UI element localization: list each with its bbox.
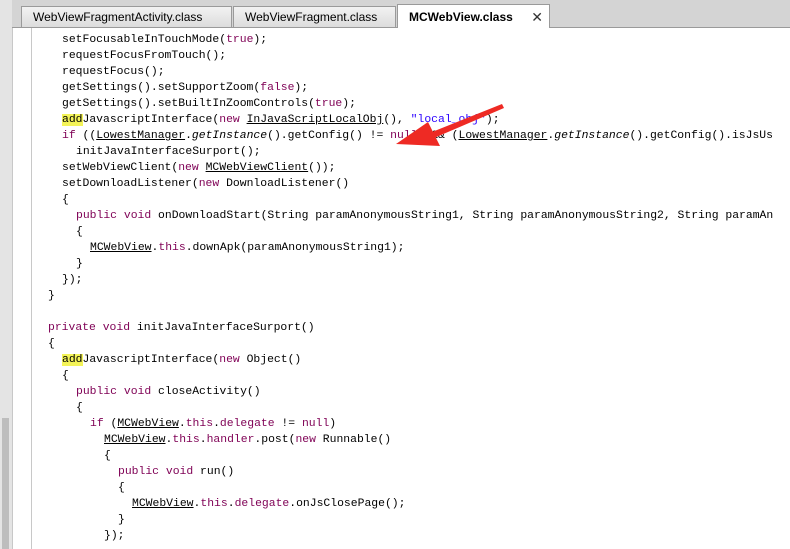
class-link[interactable]: InJavaScriptLocalObj (247, 114, 384, 126)
code-line: public void closeActivity() (76, 386, 261, 398)
annotation-arrow-icon (396, 104, 504, 146)
code-line: addJavascriptInterface(new Object() (62, 354, 302, 366)
code-line: initJavaInterfaceSurport(); (76, 146, 261, 158)
close-tab-icon[interactable]: ✕ (531, 5, 543, 29)
code-line: requestFocusFromTouch(); (62, 50, 227, 62)
search-highlight: add (62, 114, 83, 126)
code-line: MCWebView.this.handler.post(new Runnable… (104, 434, 392, 446)
code-line: { (76, 226, 83, 238)
class-link[interactable]: MCWebView (104, 434, 166, 446)
code-line: } (118, 514, 125, 526)
code-line: }); (62, 274, 83, 286)
code-line: { (104, 450, 111, 462)
class-link[interactable]: LowestManager (96, 130, 185, 142)
code-line: public void onDownloadStart(String param… (76, 210, 774, 222)
scrollbar-thumb[interactable] (2, 418, 9, 549)
code-line: public void run() (118, 466, 235, 478)
class-link[interactable]: MCWebView (132, 498, 194, 510)
search-highlight: add (62, 354, 83, 366)
tab-label: WebViewFragmentActivity.class (33, 10, 203, 24)
code-line: { (62, 370, 69, 382)
code-line: getSettings().setBuiltInZoomControls(tru… (62, 98, 356, 110)
code-line: getSettings().setSupportZoom(false); (62, 82, 309, 94)
code-line: setFocusableInTouchMode(true); (62, 34, 268, 46)
editor-tab-bar: WebViewFragmentActivity.class WebViewFra… (12, 0, 790, 28)
code-line: { (48, 338, 55, 350)
code-line: { (76, 402, 83, 414)
code-line: } (76, 258, 83, 270)
left-scrollbar[interactable] (0, 0, 13, 549)
tab-mcwebview[interactable]: MCWebView.class ✕ (397, 4, 550, 28)
code-line: { (118, 482, 125, 494)
tab-label: MCWebView.class (409, 10, 513, 24)
code-line: private void initJavaInterfaceSurport() (48, 322, 315, 334)
code-line: } (48, 290, 55, 302)
code-line: MCWebView.this.downApk(paramAnonymousStr… (90, 242, 405, 254)
class-link[interactable]: MCWebView (90, 242, 152, 254)
tab-webviewfragmentactivity[interactable]: WebViewFragmentActivity.class (21, 6, 232, 27)
code-line: if (MCWebView.this.delegate != null) (90, 418, 337, 430)
class-link[interactable]: MCWebView (117, 418, 179, 430)
code-line: requestFocus(); (62, 66, 165, 78)
code-line: setWebViewClient(new MCWebViewClient()); (62, 162, 336, 174)
code-line: setDownloadListener(new DownloadListener… (62, 178, 350, 190)
code-editor[interactable]: setFocusableInTouchMode(true); requestFo… (32, 28, 790, 549)
code-line: { (62, 194, 69, 206)
code-line: MCWebView.this.delegate.onJsClosePage(); (132, 498, 406, 510)
tab-webviewfragment[interactable]: WebViewFragment.class (233, 6, 396, 27)
class-link[interactable]: MCWebViewClient (206, 162, 309, 174)
tab-label: WebViewFragment.class (245, 10, 378, 24)
code-line: }); (104, 530, 125, 542)
